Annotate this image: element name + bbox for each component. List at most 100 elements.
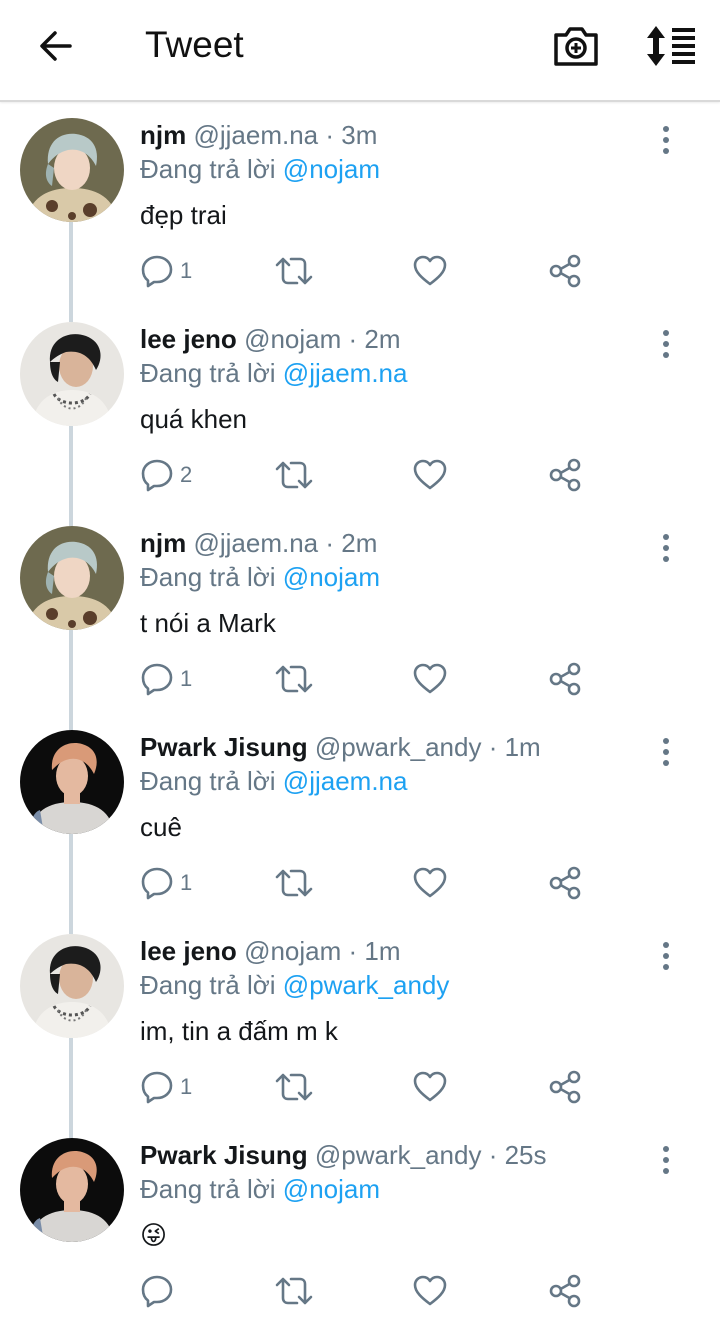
reply-mention[interactable]: @jjaem.na xyxy=(283,358,408,388)
tweet-item[interactable]: lee jeno @nojam · 2m Đang trả lời @jjaem… xyxy=(0,308,720,526)
reply-mention[interactable]: @nojam xyxy=(283,1174,380,1204)
like-button[interactable] xyxy=(412,1274,448,1310)
tweet-item[interactable]: njm @jjaem.na · 2m Đang trả lời @nojam t… xyxy=(0,512,720,730)
like-button[interactable] xyxy=(412,1070,448,1106)
tweet-item[interactable]: lee jeno @nojam · 1m Đang trả lời @pwark… xyxy=(0,920,720,1138)
reply-mention[interactable]: @pwark_andy xyxy=(283,970,450,1000)
heart-icon xyxy=(412,1070,448,1104)
avatar[interactable] xyxy=(20,118,124,222)
replying-to: Đang trả lời @pwark_andy xyxy=(140,970,449,1001)
more-options-icon[interactable] xyxy=(652,532,680,564)
tweet-item[interactable]: Pwark Jisung @pwark_andy · 25s Đang trả … xyxy=(0,1124,720,1328)
thread-connector xyxy=(69,222,73,322)
timestamp: 2m xyxy=(341,528,378,558)
heart-icon xyxy=(412,866,448,900)
more-options-icon[interactable] xyxy=(652,1144,680,1176)
timestamp: 1m xyxy=(504,732,541,762)
top-app-bar: Tweet xyxy=(0,0,720,102)
share-button[interactable] xyxy=(548,662,582,698)
tweet-item[interactable]: njm @jjaem.na · 3m Đang trả lời @nojam đ… xyxy=(0,104,720,322)
timestamp: 3m xyxy=(341,120,378,150)
tweet-header: njm @jjaem.na · 2m xyxy=(140,528,377,559)
retweet-icon xyxy=(274,866,314,900)
display-name[interactable]: njm xyxy=(140,528,186,558)
reply-button[interactable] xyxy=(140,1274,174,1310)
replying-to: Đang trả lời @nojam xyxy=(140,562,380,593)
replying-to: Đang trả lời @nojam xyxy=(140,154,380,185)
reply-button[interactable]: 1 xyxy=(140,662,192,698)
retweet-icon xyxy=(274,662,314,696)
tweet-actions: 1 xyxy=(140,254,600,290)
more-options-icon[interactable] xyxy=(652,736,680,768)
retweet-icon xyxy=(274,254,314,288)
user-handle: @jjaem.na xyxy=(193,528,319,558)
reply-mention[interactable]: @jjaem.na xyxy=(283,766,408,796)
reply-button[interactable]: 2 xyxy=(140,458,192,494)
timestamp: 1m xyxy=(364,936,401,966)
tweet-item[interactable]: Pwark Jisung @pwark_andy · 1m Đang trả l… xyxy=(0,716,720,934)
retweet-icon xyxy=(274,1070,314,1104)
share-button[interactable] xyxy=(548,254,582,290)
tweet-actions xyxy=(140,1274,600,1310)
tweet-actions: 1 xyxy=(140,1070,600,1106)
reply-mention[interactable]: @nojam xyxy=(283,562,380,592)
reply-button[interactable]: 1 xyxy=(140,254,192,290)
retweet-button[interactable] xyxy=(274,458,314,494)
display-name[interactable]: Pwark Jisung xyxy=(140,1140,308,1170)
retweet-button[interactable] xyxy=(274,254,314,290)
like-button[interactable] xyxy=(412,866,448,902)
share-icon xyxy=(548,1070,582,1104)
like-button[interactable] xyxy=(412,458,448,494)
reply-prefix: Đang trả lời xyxy=(140,970,276,1000)
like-button[interactable] xyxy=(412,254,448,290)
more-options-icon[interactable] xyxy=(652,940,680,972)
reply-button[interactable]: 1 xyxy=(140,1070,192,1106)
user-handle: @nojam xyxy=(244,324,342,354)
more-options-icon[interactable] xyxy=(652,124,680,156)
camera-add-icon[interactable] xyxy=(552,24,600,68)
retweet-icon xyxy=(274,458,314,492)
share-button[interactable] xyxy=(548,1070,582,1106)
reply-prefix: Đang trả lời xyxy=(140,766,276,796)
display-name[interactable]: Pwark Jisung xyxy=(140,732,308,762)
tweet-text: quá khen xyxy=(140,404,247,434)
reply-mention[interactable]: @nojam xyxy=(283,154,380,184)
heart-icon xyxy=(412,458,448,492)
sort-icon[interactable] xyxy=(645,24,697,68)
retweet-button[interactable] xyxy=(274,1070,314,1106)
avatar[interactable] xyxy=(20,526,124,630)
display-name[interactable]: lee jeno xyxy=(140,936,237,966)
reply-button[interactable]: 1 xyxy=(140,866,192,902)
time-separator: · xyxy=(488,1140,505,1170)
tweet-text: đẹp trai xyxy=(140,200,227,230)
arrow-left-icon[interactable] xyxy=(36,26,76,66)
display-name[interactable]: njm xyxy=(140,120,186,150)
share-button[interactable] xyxy=(548,866,582,902)
retweet-button[interactable] xyxy=(274,866,314,902)
reply-count: 2 xyxy=(180,462,193,487)
share-icon xyxy=(548,254,582,288)
reply-count: 1 xyxy=(180,870,193,895)
reply-prefix: Đang trả lời xyxy=(140,154,276,184)
reply-prefix: Đang trả lời xyxy=(140,358,276,388)
avatar[interactable] xyxy=(20,730,124,834)
user-handle: @nojam xyxy=(244,936,342,966)
time-separator: · xyxy=(348,936,365,966)
like-button[interactable] xyxy=(412,662,448,698)
display-name[interactable]: lee jeno xyxy=(140,324,237,354)
more-options-icon[interactable] xyxy=(652,328,680,360)
avatar[interactable] xyxy=(20,322,124,426)
share-button[interactable] xyxy=(548,458,582,494)
reply-icon xyxy=(140,458,174,492)
heart-icon xyxy=(412,254,448,288)
avatar[interactable] xyxy=(20,1138,124,1242)
tweet-header: Pwark Jisung @pwark_andy · 1m xyxy=(140,732,541,763)
reply-icon xyxy=(140,1274,174,1308)
retweet-button[interactable] xyxy=(274,662,314,698)
thread-connector xyxy=(69,1038,73,1138)
tweet-actions: 1 xyxy=(140,866,600,902)
avatar[interactable] xyxy=(20,934,124,1038)
retweet-button[interactable] xyxy=(274,1274,314,1310)
share-button[interactable] xyxy=(548,1274,582,1310)
retweet-icon xyxy=(274,1274,314,1308)
